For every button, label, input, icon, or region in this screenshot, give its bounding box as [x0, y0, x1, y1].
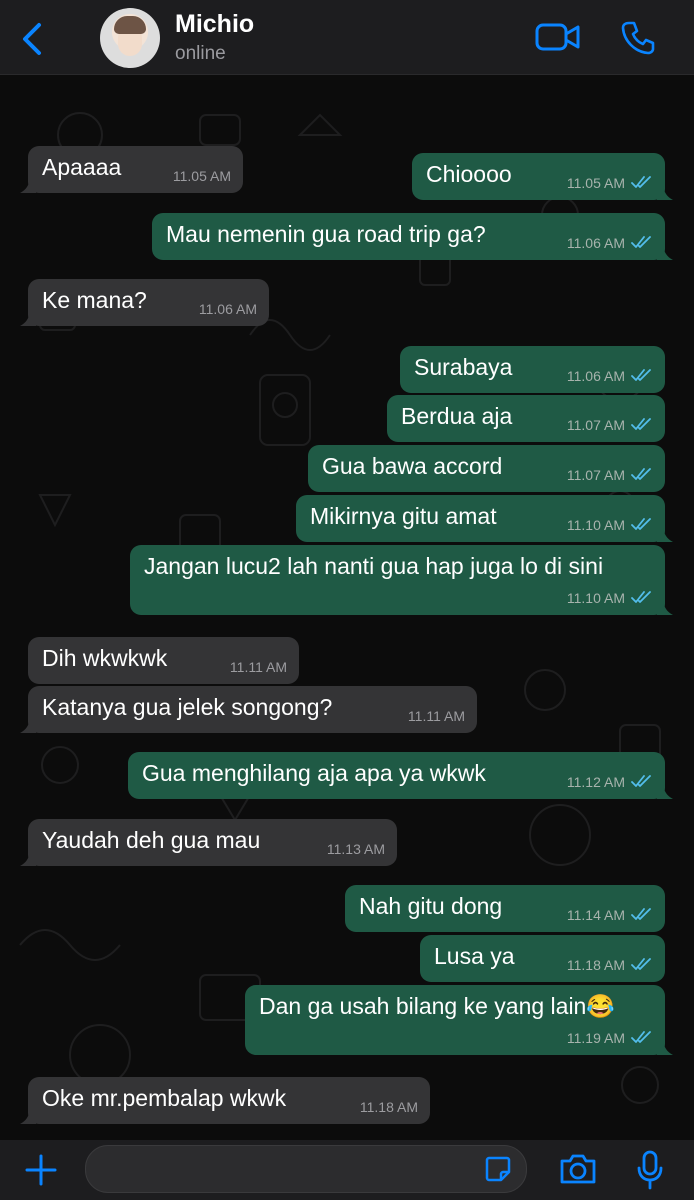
sticker-icon[interactable] [484, 1155, 512, 1183]
message-text: Berdua aja [401, 403, 513, 429]
message-text: Surabaya [414, 354, 513, 380]
message-text: Dan ga usah bilang ke yang lain😂 [259, 993, 615, 1019]
avatar[interactable] [100, 8, 160, 68]
message-text: Ke mana? [42, 287, 147, 313]
read-ticks-icon [631, 518, 651, 530]
read-ticks-icon [631, 418, 651, 430]
read-ticks-icon [631, 958, 651, 970]
message-text: Chioooo [426, 161, 512, 187]
chevron-left-icon[interactable] [18, 22, 48, 56]
message-text: Dih wkwkwk [42, 645, 168, 671]
read-ticks-icon [631, 369, 651, 381]
message-time: 11.11 AM [229, 659, 287, 675]
message-time: 11.06 AM [566, 235, 625, 251]
outgoing-message[interactable]: Dan ga usah bilang ke yang lain😂 11.19 AM [245, 985, 673, 1055]
bubble-tail [657, 601, 673, 615]
read-ticks-icon [631, 176, 651, 188]
bubble-tail [20, 852, 36, 866]
bubble-tail [20, 719, 36, 733]
message-time: 11.05 AM [566, 175, 625, 191]
incoming-message[interactable]: Yaudah deh gua mau 11.13 AM [20, 819, 397, 866]
message-input[interactable] [85, 1145, 527, 1193]
outgoing-message[interactable]: Lusa ya 11.18 AM [420, 935, 665, 982]
read-ticks-icon [631, 591, 651, 603]
contact-name[interactable]: Michio [175, 10, 254, 39]
video-camera-icon[interactable] [535, 22, 580, 52]
message-text: Gua menghilang aja apa ya wkwk [142, 760, 486, 786]
outgoing-message[interactable]: Gua bawa accord 11.07 AM [308, 445, 665, 492]
outgoing-message[interactable]: Surabaya 11.06 AM [400, 346, 665, 393]
chat-header: Michio online [0, 0, 694, 75]
message-time: 11.06 AM [566, 368, 625, 384]
message-time: 11.13 AM [326, 841, 385, 857]
outgoing-message[interactable]: Mau nemenin gua road trip ga? 11.06 AM [152, 213, 673, 260]
bubble-tail [20, 1110, 36, 1124]
message-text: Nah gitu dong [359, 893, 503, 919]
compose-bar [0, 1140, 694, 1200]
message-time: 11.05 AM [172, 168, 231, 184]
message-time: 11.19 AM [566, 1030, 625, 1046]
message-text: Jangan lucu2 lah nanti gua hap juga lo d… [144, 553, 604, 579]
message-text: Yaudah deh gua mau [42, 827, 261, 853]
message-time: 11.14 AM [566, 907, 625, 923]
message-time: 11.10 AM [566, 590, 625, 606]
outgoing-message[interactable]: Mikirnya gitu amat 11.10 AM [296, 495, 673, 542]
bubble-tail [657, 528, 673, 542]
message-text: Apaaaa [42, 154, 122, 180]
message-time: 11.12 AM [566, 774, 625, 790]
outgoing-message[interactable]: Gua menghilang aja apa ya wkwk 11.12 AM [128, 752, 673, 799]
message-time: 11.07 AM [566, 467, 625, 483]
incoming-message[interactable]: Ke mana? 11.06 AM [20, 279, 269, 326]
incoming-message[interactable]: Apaaaa 11.05 AM [20, 146, 243, 193]
message-text: Mau nemenin gua road trip ga? [166, 221, 486, 247]
message-text: Gua bawa accord [322, 453, 503, 479]
read-ticks-icon [631, 908, 651, 920]
contact-status: online [175, 43, 226, 64]
outgoing-message[interactable]: Nah gitu dong 11.14 AM [345, 885, 665, 932]
message-time: 11.10 AM [566, 517, 625, 533]
read-ticks-icon [631, 236, 651, 248]
message-time: 11.11 AM [407, 708, 465, 724]
message-time: 11.06 AM [198, 301, 257, 317]
bubble-tail [20, 179, 36, 193]
message-time: 11.18 AM [566, 957, 625, 973]
incoming-message[interactable]: Dih wkwkwk 11.11 AM [28, 637, 299, 684]
message-text: Oke mr.pembalap wkwk [42, 1085, 287, 1111]
camera-icon[interactable] [558, 1152, 598, 1186]
message-time: 11.07 AM [566, 417, 625, 433]
bubble-tail [657, 186, 673, 200]
bubble-tail [657, 785, 673, 799]
outgoing-message[interactable]: Berdua aja 11.07 AM [387, 395, 665, 442]
microphone-icon[interactable] [636, 1150, 664, 1190]
message-text: Mikirnya gitu amat [310, 503, 497, 529]
outgoing-message[interactable]: Jangan lucu2 lah nanti gua hap juga lo d… [130, 545, 673, 615]
chat-area[interactable]: Chioooo 11.05 AM Apaaaa 11.05 AM Mau nemenin… [0, 75, 694, 1140]
bubble-tail [20, 312, 36, 326]
read-ticks-icon [631, 468, 651, 480]
plus-icon[interactable] [24, 1153, 58, 1187]
incoming-message[interactable]: Oke mr.pembalap wkwk 11.18 AM [20, 1077, 430, 1124]
read-ticks-icon [631, 775, 651, 787]
read-ticks-icon [631, 1031, 651, 1043]
message-time: 11.18 AM [359, 1099, 418, 1115]
message-text: Katanya gua jelek songong? [42, 694, 333, 720]
incoming-message[interactable]: Katanya gua jelek songong? 11.11 AM [20, 686, 477, 733]
message-text: Lusa ya [434, 943, 515, 969]
phone-icon[interactable] [620, 20, 656, 56]
outgoing-message[interactable]: Chioooo 11.05 AM [412, 153, 673, 200]
bubble-tail [657, 246, 673, 260]
bubble-tail [657, 1041, 673, 1055]
